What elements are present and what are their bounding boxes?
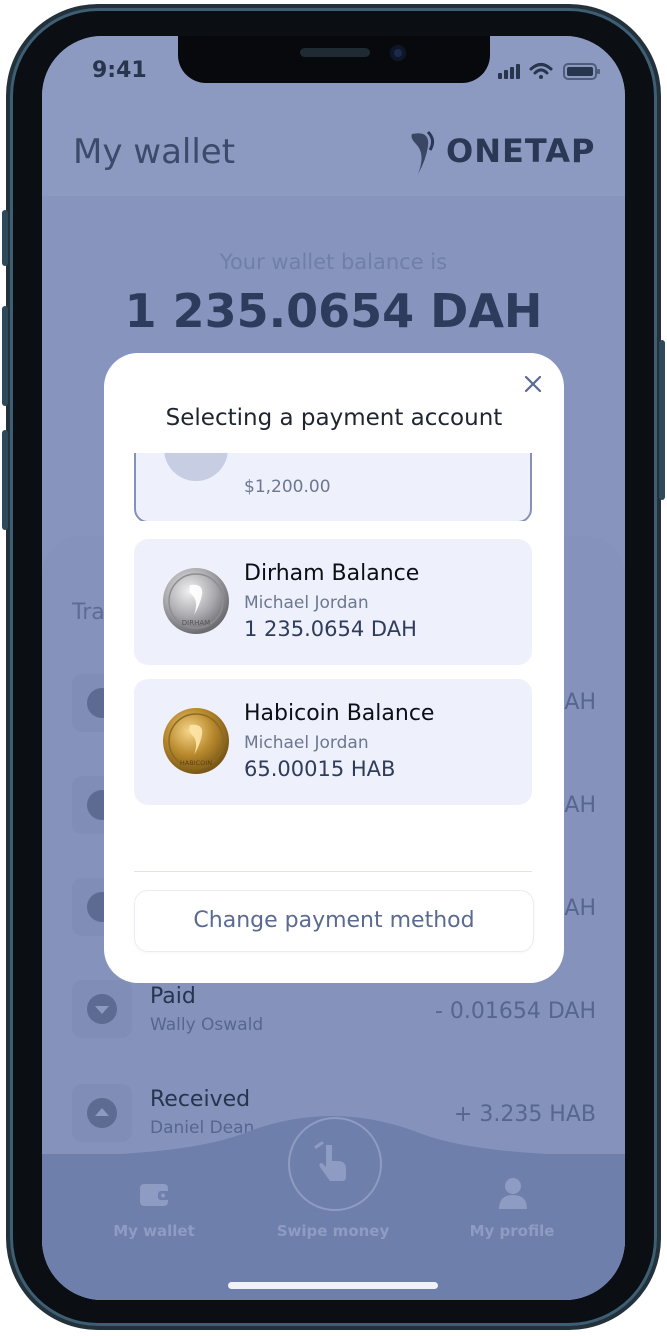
brand-logo: ONETAP	[406, 130, 596, 174]
account-card-partial[interactable]: $1,200.00	[134, 453, 532, 521]
swipe-money-button[interactable]	[288, 1117, 382, 1211]
volume-up-button	[2, 306, 8, 406]
modal-title: Selecting a payment account	[165, 405, 503, 431]
account-card-habicoin[interactable]: HABICOIN Habicoin Balance Michael Jordan…	[134, 679, 532, 805]
modal-divider	[134, 871, 532, 872]
signal-icon	[498, 64, 520, 79]
wifi-icon	[529, 63, 553, 79]
account-holder: Michael Jordan	[244, 593, 369, 613]
profile-icon	[499, 1178, 527, 1209]
tx-party: Wally Oswald	[150, 1015, 264, 1035]
speaker	[300, 48, 370, 57]
nav-label-swipe: Swipe money	[276, 1222, 390, 1240]
account-card-dirham[interactable]: DIRHAM Dirham Balance Michael Jordan 1 2…	[134, 539, 532, 665]
page-title: My wallet	[73, 132, 236, 172]
svg-text:DIRHAM: DIRHAM	[182, 619, 210, 627]
mute-switch	[2, 210, 8, 266]
account-amount: 65.00015 HAB	[244, 757, 396, 781]
dirham-coin-icon: DIRHAM	[163, 568, 229, 634]
tx-amount: - 0.01654 DAH	[434, 999, 596, 1024]
wallet-icon	[140, 1184, 170, 1206]
account-amount: $1,200.00	[244, 477, 331, 497]
change-payment-method-button[interactable]: Change payment method	[134, 890, 534, 952]
change-payment-method-label: Change payment method	[193, 908, 475, 933]
home-indicator[interactable]	[228, 1282, 438, 1289]
nav-my-profile[interactable]	[482, 1172, 542, 1222]
balance-value: 1 235.0654 DAH	[124, 284, 543, 338]
account-holder: Michael Jordan	[244, 733, 369, 753]
status-icons	[498, 60, 602, 86]
tx-icon-box	[72, 980, 132, 1038]
arrow-down-icon	[87, 994, 117, 1024]
nav-label-profile: My profile	[469, 1222, 555, 1240]
payment-account-modal: Selecting a payment account $1,200.00 DI…	[104, 353, 564, 983]
close-icon[interactable]	[522, 373, 544, 395]
transactions-title: Tra	[72, 600, 105, 625]
volume-down-button	[2, 430, 8, 530]
nav-label-wallet: My wallet	[113, 1222, 195, 1240]
tx-name: Paid	[150, 984, 196, 1009]
account-name: Dirham Balance	[244, 561, 420, 586]
onetap-logo-icon	[411, 130, 435, 174]
brand-name: ONETAP	[446, 132, 596, 170]
balance-label: Your wallet balance is	[219, 250, 448, 274]
camera	[390, 45, 406, 61]
status-time: 9:41	[92, 58, 147, 83]
account-amount: 1 235.0654 DAH	[244, 617, 417, 641]
svg-text:HABICOIN: HABICOIN	[180, 759, 212, 767]
battery-icon	[563, 63, 600, 80]
habicoin-coin-icon: HABICOIN	[163, 708, 229, 774]
power-button	[659, 340, 665, 500]
notch	[178, 36, 490, 83]
account-name: Habicoin Balance	[244, 701, 435, 726]
swipe-hand-icon	[314, 1141, 346, 1181]
